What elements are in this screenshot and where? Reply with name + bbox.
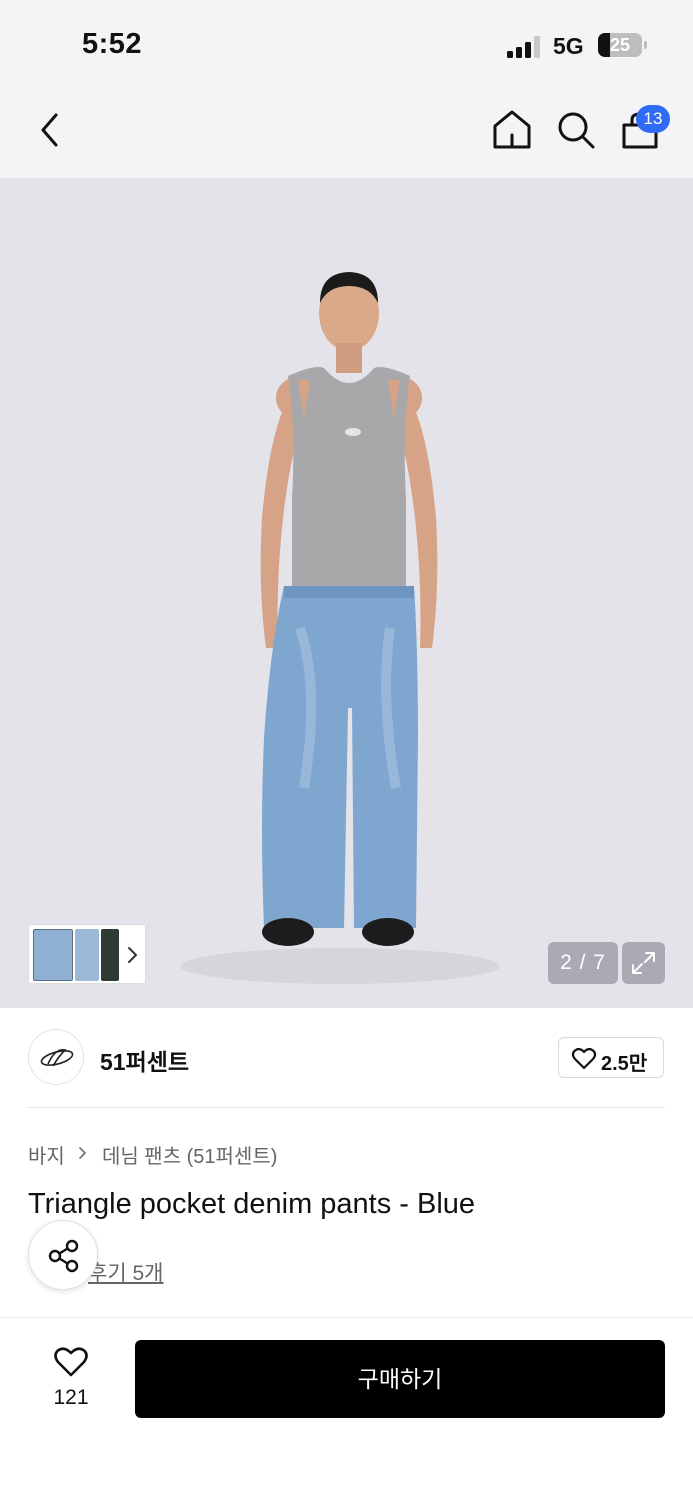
- expand-icon: [632, 952, 655, 974]
- model-figure: [260, 272, 438, 946]
- review-count-link[interactable]: 후기 5개: [88, 1257, 163, 1287]
- brand-logo-mark: [40, 1048, 74, 1067]
- heart-icon: [54, 1347, 88, 1377]
- thumbnail-strip[interactable]: [28, 924, 146, 984]
- image-counter: 2 / 7: [548, 942, 618, 984]
- home-icon[interactable]: [490, 107, 534, 151]
- brand-like-button[interactable]: 2.5만: [558, 1037, 664, 1078]
- brand-like-count: 2.5만: [601, 1053, 648, 1075]
- brand-name[interactable]: 51퍼센트: [100, 1043, 189, 1077]
- section-divider: [28, 1107, 665, 1108]
- breadcrumb-category[interactable]: 바지: [28, 1146, 65, 1168]
- cart-count-badge: 13: [636, 105, 670, 133]
- share-icon: [48, 1239, 79, 1273]
- product-title: Triangle pocket denim pants - Blue: [28, 1188, 476, 1220]
- cellular-signal-icon: [507, 36, 541, 58]
- chevron-right-icon: [79, 1146, 87, 1159]
- search-icon[interactable]: [555, 109, 597, 151]
- chevron-left-icon[interactable]: [36, 110, 66, 150]
- breadcrumb: 바지 데님 팬츠 (51퍼센트): [28, 1140, 277, 1169]
- thumbnail-2[interactable]: [75, 929, 99, 981]
- share-button[interactable]: [28, 1220, 98, 1290]
- wishlist-button[interactable]: 121: [28, 1340, 114, 1418]
- status-bar: 5:52 5G 25: [0, 0, 693, 88]
- wishlist-count: 121: [53, 1386, 89, 1409]
- battery-icon: 25: [598, 33, 642, 57]
- battery-cap: [644, 41, 647, 49]
- status-time: 5:52: [82, 28, 143, 60]
- brand-logo[interactable]: [28, 1029, 84, 1085]
- battery-level: 25: [609, 35, 631, 55]
- thumbnail-1[interactable]: [33, 929, 73, 981]
- thumbnail-3[interactable]: [101, 929, 119, 981]
- network-type: 5G: [553, 33, 584, 59]
- buy-button[interactable]: 구매하기: [135, 1340, 665, 1418]
- bottom-bar-divider: [0, 1317, 693, 1318]
- breadcrumb-subcategory[interactable]: 데님 팬츠 (51퍼센트): [102, 1146, 277, 1168]
- expand-image-button[interactable]: [622, 942, 665, 984]
- heart-icon: [571, 1047, 597, 1070]
- product-image[interactable]: 2 / 7: [0, 178, 693, 1008]
- chevron-right-icon[interactable]: [125, 945, 139, 965]
